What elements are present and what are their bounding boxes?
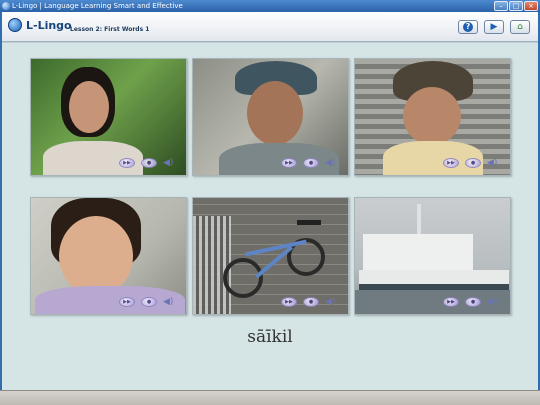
lesson-area: ▶▶ ● ◀) ▶▶ ● ◀) ▶▶ ● ◀) ▶▶ ● ◀) ▶▶ ● ◀) … (2, 42, 538, 390)
logo-text: L-Lingo (26, 18, 72, 32)
record-icon[interactable]: ● (141, 297, 157, 307)
close-button[interactable]: × (524, 1, 538, 11)
play-icon[interactable]: ▶▶ (443, 158, 459, 168)
tile-controls: ▶▶ ● ◀) (281, 297, 335, 307)
picture-tile-woman[interactable]: ▶▶ ● ◀) (30, 58, 187, 176)
record-icon[interactable]: ● (465, 158, 481, 168)
tile-controls: ▶▶ ● ◀) (443, 297, 497, 307)
app-icon (2, 2, 10, 10)
taskbar-strip (0, 390, 540, 405)
play-icon[interactable]: ▶▶ (281, 297, 297, 307)
picture-tile-ship[interactable]: ▶▶ ● ◀) (354, 197, 511, 315)
home-icon: ⌂ (517, 21, 523, 32)
tile-controls: ▶▶ ● ◀) (119, 158, 173, 168)
lesson-title: Lesson 2: First Words 1 (70, 26, 150, 33)
speaker-icon[interactable]: ◀) (163, 297, 173, 307)
window-controls: – □ × (494, 1, 538, 11)
play-arrow-icon: ▶ (490, 21, 498, 32)
record-icon[interactable]: ● (303, 297, 319, 307)
tile-controls: ▶▶ ● ◀) (281, 158, 335, 168)
record-icon[interactable]: ● (141, 158, 157, 168)
tile-controls: ▶▶ ● ◀) (443, 158, 497, 168)
speaker-icon[interactable]: ◀) (487, 297, 497, 307)
record-icon[interactable]: ● (303, 158, 319, 168)
question-icon: ? (463, 22, 473, 32)
speaker-icon[interactable]: ◀) (325, 297, 335, 307)
maximize-button[interactable]: □ (509, 1, 523, 11)
record-icon[interactable]: ● (465, 297, 481, 307)
picture-tile-girl[interactable]: ▶▶ ● ◀) (30, 197, 187, 315)
app-window: L-Lingo | Language Learning Smart and Ef… (0, 0, 540, 405)
app-header: L-Lingo Lesson 2: First Words 1 ? ▶ ⌂ (2, 12, 538, 42)
play-icon[interactable]: ▶▶ (443, 297, 459, 307)
logo: L-Lingo (8, 18, 72, 32)
picture-tile-boy[interactable]: ▶▶ ● ◀) (354, 58, 511, 176)
target-word: sāīkil (247, 327, 293, 347)
minimize-button[interactable]: – (494, 1, 508, 11)
picture-tile-man[interactable]: ▶▶ ● ◀) (192, 58, 349, 176)
picture-grid: ▶▶ ● ◀) ▶▶ ● ◀) ▶▶ ● ◀) ▶▶ ● ◀) ▶▶ ● ◀) … (30, 58, 514, 315)
tile-controls: ▶▶ ● ◀) (119, 297, 173, 307)
play-icon[interactable]: ▶▶ (119, 158, 135, 168)
window-title: L-Lingo | Language Learning Smart and Ef… (12, 2, 183, 10)
speaker-icon[interactable]: ◀) (325, 158, 335, 168)
next-button[interactable]: ▶ (484, 20, 504, 34)
home-button[interactable]: ⌂ (510, 20, 530, 34)
title-bar: L-Lingo | Language Learning Smart and Ef… (0, 0, 540, 12)
logo-badge-icon (8, 18, 22, 32)
speaker-icon[interactable]: ◀) (487, 158, 497, 168)
play-icon[interactable]: ▶▶ (281, 158, 297, 168)
play-icon[interactable]: ▶▶ (119, 297, 135, 307)
help-button[interactable]: ? (458, 20, 478, 34)
speaker-icon[interactable]: ◀) (163, 158, 173, 168)
picture-tile-bicycle[interactable]: ▶▶ ● ◀) (192, 197, 349, 315)
